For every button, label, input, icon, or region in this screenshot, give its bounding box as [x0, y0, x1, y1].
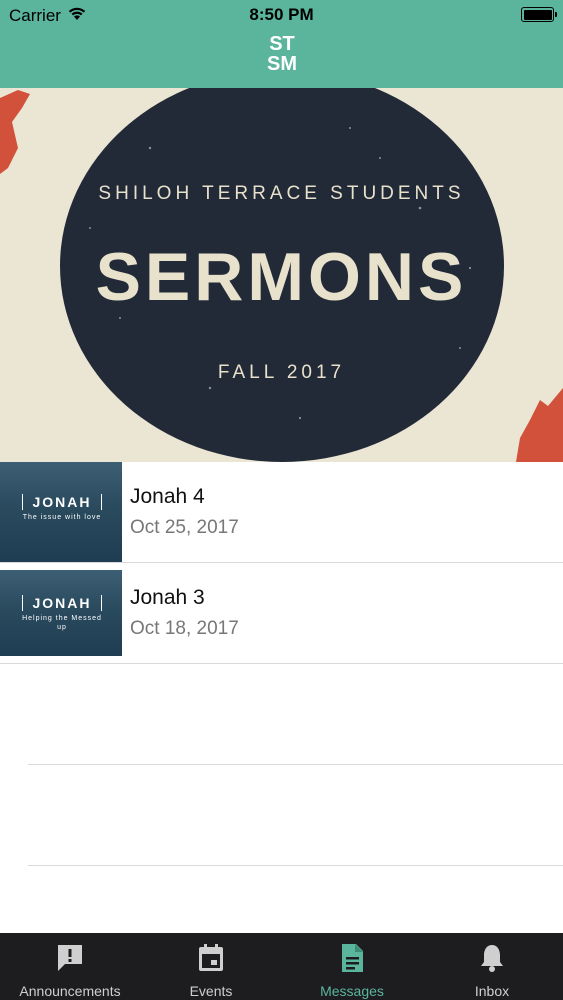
sermon-thumbnail: JONAH Helping the Messed up [0, 570, 122, 656]
tab-label: Messages [320, 983, 384, 999]
sermon-row[interactable]: JONAH Helping the Messed up Jonah 3 Oct … [0, 563, 563, 664]
sermons-banner: SHILOH TERRACE STUDENTS SERMONS FALL 201… [0, 88, 563, 462]
calendar-icon [199, 944, 223, 971]
tab-announcements[interactable]: Announcements [0, 933, 140, 1000]
tab-inbox[interactable]: Inbox [422, 933, 562, 1000]
tab-label: Events [189, 983, 233, 999]
bell-icon [481, 945, 503, 972]
sermon-title: Jonah 4 [130, 485, 205, 508]
tab-label: Inbox [474, 983, 510, 999]
battery-icon [521, 7, 557, 22]
thumbnail-subtitle: The issue with love [22, 514, 102, 521]
tab-bar: Announcements Events Messages Inbox [0, 933, 563, 1000]
empty-row [28, 664, 563, 765]
sermon-thumbnail: JONAH The issue with love [0, 462, 122, 562]
thumbnail-title: JONAH [22, 595, 102, 611]
banner-season: FALL 2017 [217, 362, 346, 383]
thumbnail-title: JONAH [22, 494, 102, 510]
app-logo: ST SM [263, 34, 301, 78]
status-bar: Carrier 8:50 PM [0, 0, 563, 30]
sermon-row[interactable]: JONAH The issue with love Jonah 4 Oct 25… [0, 462, 563, 563]
tab-label: Announcements [19, 983, 121, 999]
sermon-date: Oct 25, 2017 [130, 517, 239, 538]
banner-title: SERMONS [95, 239, 468, 315]
tab-messages[interactable]: Messages [282, 933, 422, 1000]
banner-subtitle: SHILOH TERRACE STUDENTS [98, 183, 465, 204]
alert-icon [58, 945, 82, 971]
document-icon [342, 944, 363, 972]
empty-row [28, 765, 563, 866]
top-bar: Carrier 8:50 PM ST SM [0, 0, 563, 88]
logo-line1: ST [269, 33, 295, 55]
tab-events[interactable]: Events [141, 933, 281, 1000]
sermon-list: JONAH The issue with love Jonah 4 Oct 25… [0, 462, 563, 866]
clock: 8:50 PM [249, 5, 314, 24]
sermon-title: Jonah 3 [130, 586, 205, 609]
thumbnail-subtitle: Helping the Messed up [22, 615, 102, 631]
sermon-date: Oct 18, 2017 [130, 618, 239, 639]
logo-line2: SM [267, 53, 297, 75]
